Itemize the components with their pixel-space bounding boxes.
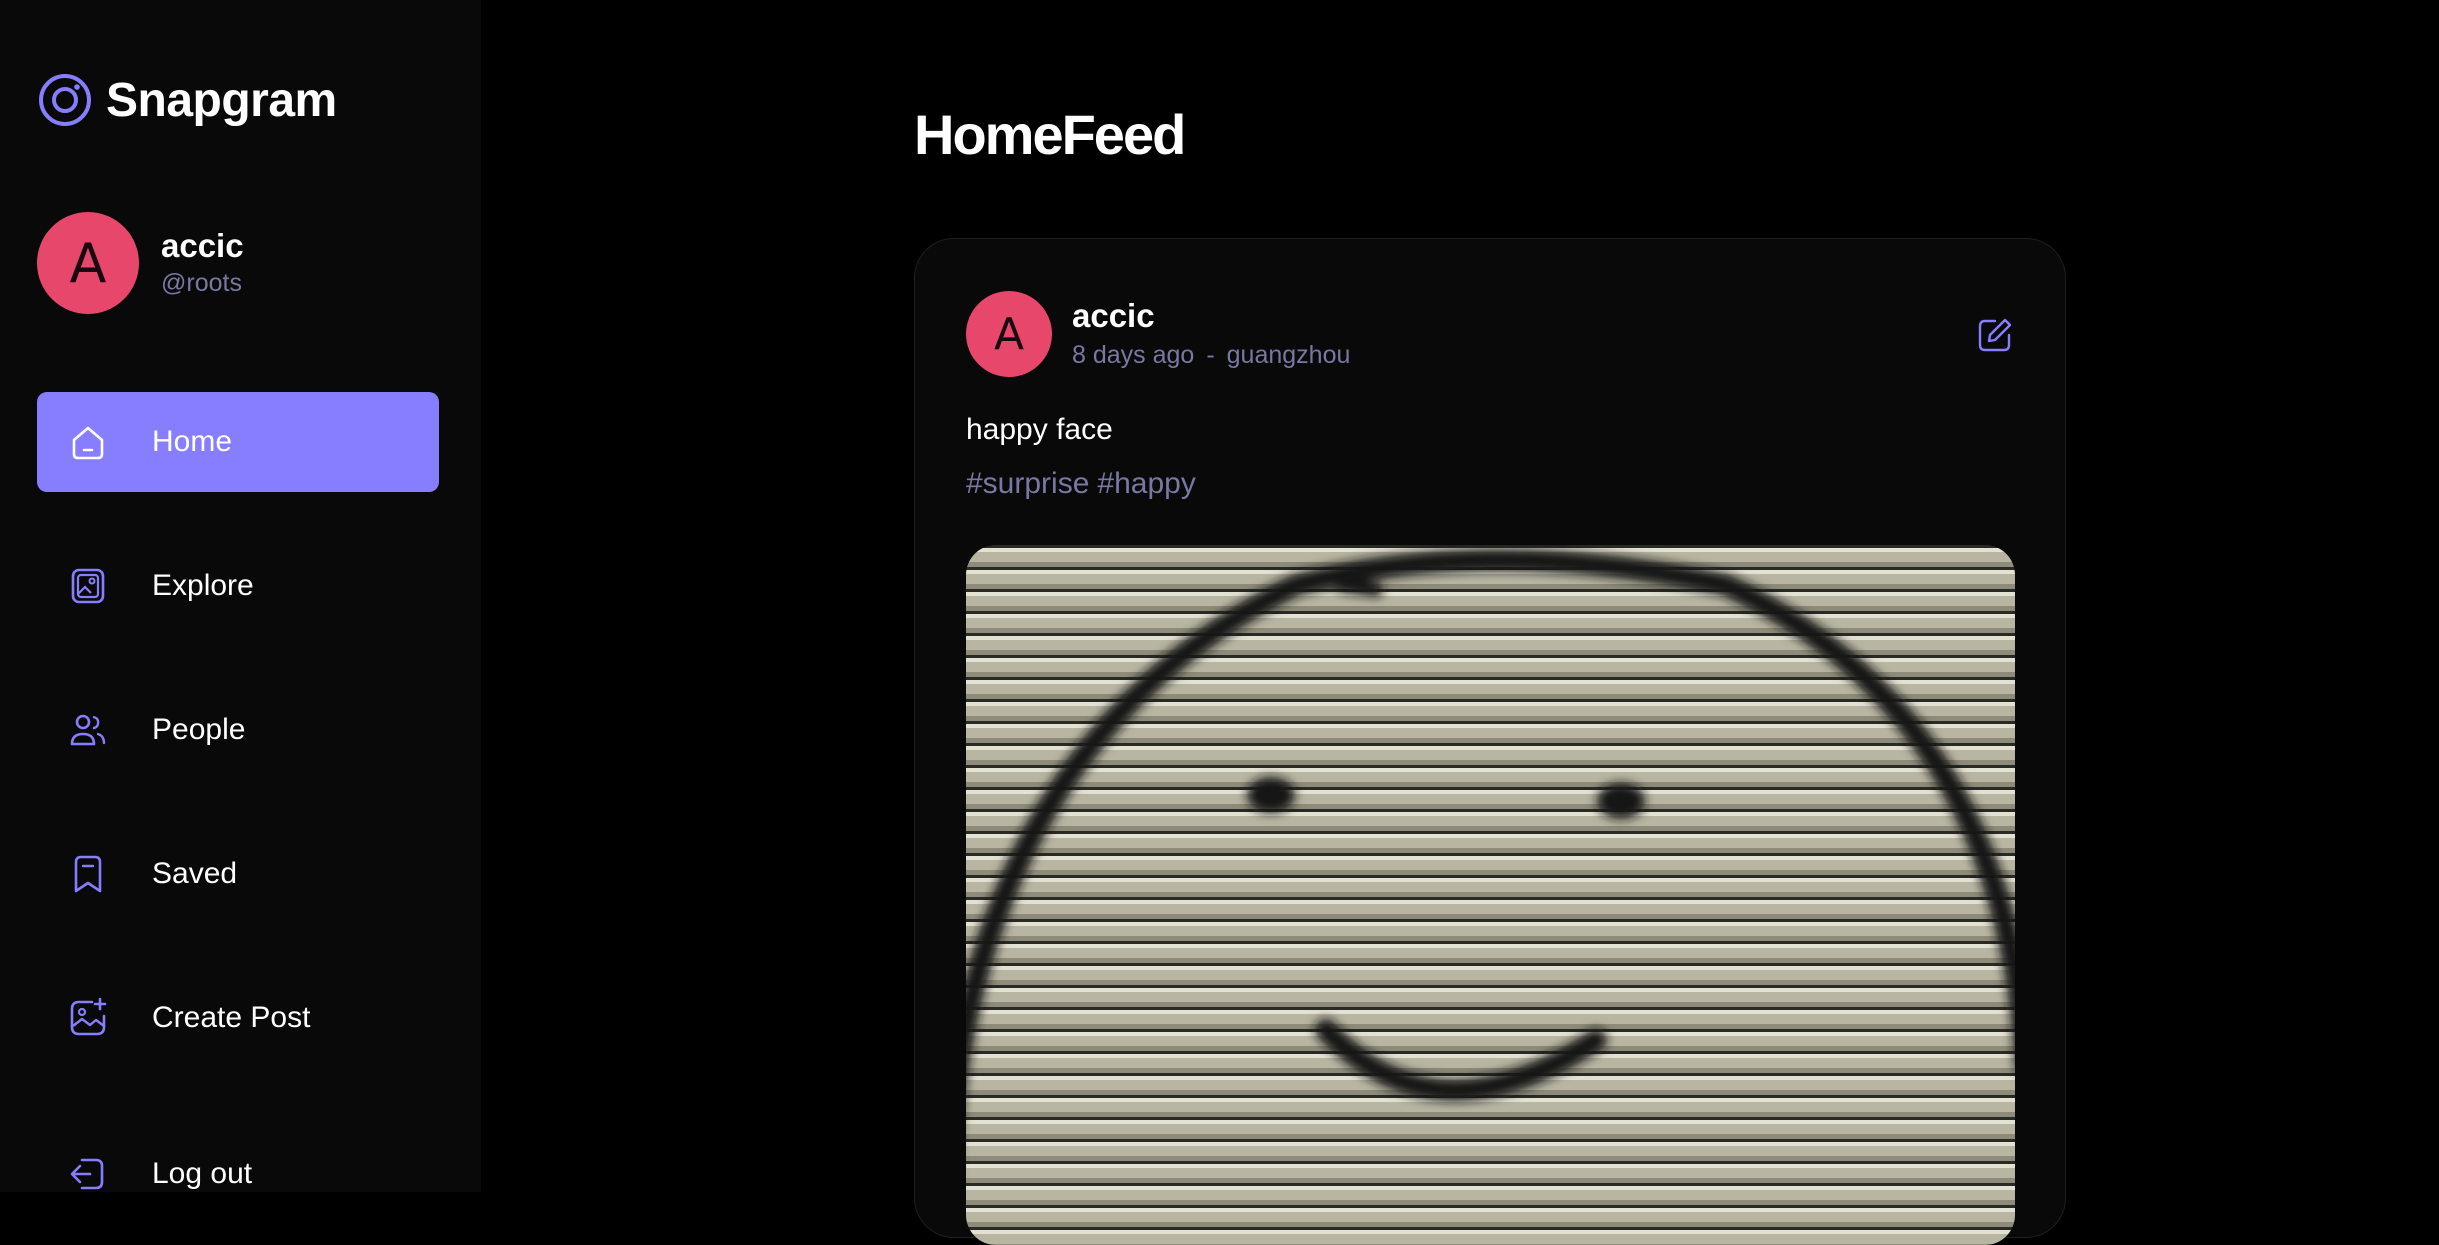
page-title: HomeFeed <box>914 103 1186 166</box>
app-name: Snapgram <box>106 73 337 127</box>
post-header: A accic 8 days ago - guangzhou <box>966 291 1350 377</box>
profile-text: accic @roots <box>161 226 244 300</box>
post-time: 8 days ago <box>1072 341 1195 369</box>
sidebar-item-label: Explore <box>152 569 254 602</box>
tag[interactable]: #happy <box>1097 467 1195 500</box>
app-logo[interactable]: Snapgram <box>37 72 337 128</box>
sidebar: Snapgram A accic @roots Home Explore Peo… <box>0 0 481 1192</box>
people-icon <box>66 708 110 752</box>
post-meta: accic 8 days ago - guangzhou <box>1072 295 1350 373</box>
sidebar-item-explore[interactable]: Explore <box>37 536 439 636</box>
logout-button[interactable]: Log out <box>66 1152 252 1196</box>
profile-name: accic <box>161 227 244 264</box>
smiley-image <box>966 545 2015 1245</box>
sidebar-item-home[interactable]: Home <box>37 392 439 492</box>
edit-post-button[interactable] <box>1975 315 2015 355</box>
profile-summary[interactable]: A accic @roots <box>37 212 244 314</box>
sidebar-item-label: Home <box>152 425 233 458</box>
post-location: guangzhou <box>1226 341 1351 369</box>
logo-icon <box>39 74 91 126</box>
avatar[interactable]: A <box>966 291 1052 377</box>
sidebar-item-label: Create Post <box>152 1001 311 1034</box>
tag[interactable]: #surprise <box>966 467 1089 500</box>
post-caption: happy face <box>966 413 1113 446</box>
sidebar-item-label: People <box>152 713 246 746</box>
add-image-icon <box>66 996 110 1040</box>
home-icon <box>66 420 110 464</box>
post-author[interactable]: accic <box>1072 295 1350 337</box>
post-card: A accic 8 days ago - guangzhou happy face … <box>914 238 2066 1245</box>
avatar[interactable]: A <box>37 212 139 314</box>
logout-label: Log out <box>152 1157 253 1190</box>
sidebar-item-saved[interactable]: Saved <box>37 824 439 924</box>
sidebar-item-label: Saved <box>152 857 238 890</box>
sidebar-item-create-post[interactable]: Create Post <box>37 968 439 1068</box>
gallery-icon <box>66 564 110 608</box>
bookmark-icon <box>66 852 110 896</box>
post-tags: #surprise #happy <box>966 467 1204 501</box>
sidebar-nav: Home Explore People Saved Create Post <box>37 392 439 1112</box>
post-image[interactable] <box>966 545 2015 1245</box>
meta-separator: - <box>1206 341 1215 369</box>
post-subline: 8 days ago - guangzhou <box>1072 337 1350 373</box>
logout-icon <box>66 1152 110 1196</box>
sidebar-item-people[interactable]: People <box>37 680 439 780</box>
profile-handle: @roots <box>161 269 242 297</box>
edit-icon <box>1978 318 2012 352</box>
